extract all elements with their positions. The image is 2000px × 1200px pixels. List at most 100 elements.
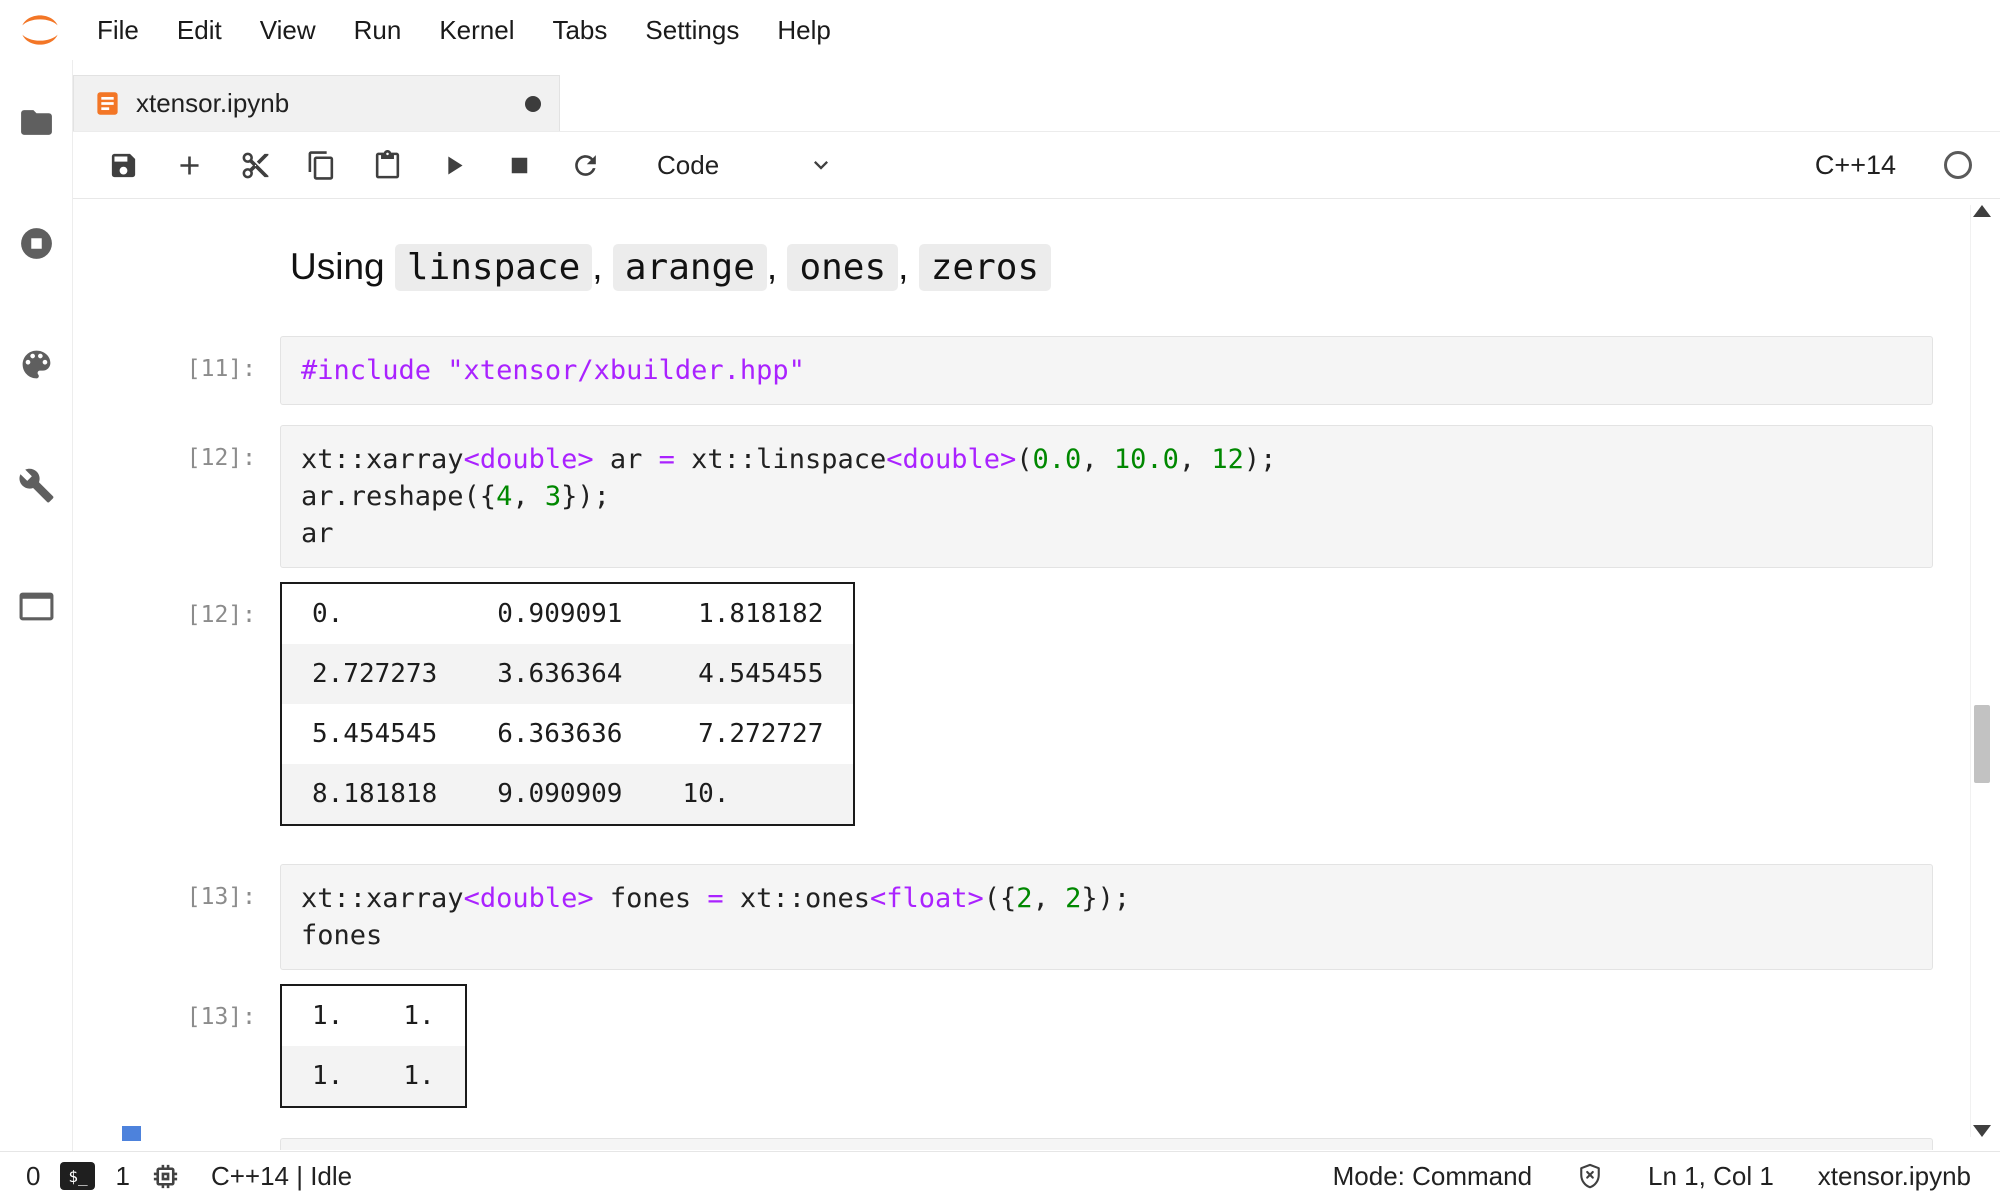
kernel-sessions-count: 0 bbox=[26, 1161, 40, 1192]
vertical-scrollbar[interactable] bbox=[1970, 205, 1992, 1137]
scrollbar-thumb[interactable] bbox=[1974, 705, 1990, 783]
tab-title: xtensor.ipynb bbox=[136, 88, 289, 119]
copy-icon bbox=[306, 150, 337, 181]
sidebar-command-palette[interactable] bbox=[14, 344, 58, 384]
interrupt-kernel-button[interactable] bbox=[491, 140, 547, 190]
code-token: xt::ones bbox=[724, 883, 870, 914]
output-value: 3.636364 bbox=[467, 644, 652, 704]
code-token: 12 bbox=[1211, 444, 1244, 475]
status-bar: 0 $_ 1 C++14 | Idle Mode: Command Ln 1, … bbox=[0, 1151, 2000, 1200]
cut-cells-button[interactable] bbox=[227, 140, 283, 190]
code-cell: [11]: #include "xtensor/xbuilder.hpp" bbox=[73, 336, 2000, 405]
menu-help[interactable]: Help bbox=[758, 15, 849, 46]
code-token: xt::xarray bbox=[301, 883, 464, 914]
clipboard-icon bbox=[372, 150, 403, 181]
output-cell: [13]:1.1.1.1. bbox=[73, 984, 2000, 1108]
sidebar-running-sessions[interactable] bbox=[14, 223, 58, 263]
code-token: }); bbox=[561, 481, 610, 512]
code-editor[interactable]: xt::xarray<double> fones = xt::ones<floa… bbox=[280, 864, 1933, 970]
play-icon bbox=[438, 150, 469, 181]
output-value: 6.363636 bbox=[467, 704, 652, 764]
tab-xtensor-ipynb[interactable]: xtensor.ipynb bbox=[73, 75, 560, 131]
notebook-mode: Mode: Command bbox=[1333, 1161, 1532, 1192]
floppy-icon bbox=[108, 150, 139, 181]
code-token: #include "xtensor/xbuilder.hpp" bbox=[301, 355, 805, 386]
sidebar-filebrowser[interactable] bbox=[14, 102, 58, 142]
output-value: 8.181818 bbox=[281, 764, 467, 825]
kernel-chip-icon bbox=[150, 1161, 181, 1192]
code-token: }); bbox=[1081, 883, 1130, 914]
output-value: 1. bbox=[373, 1046, 465, 1107]
stop-icon bbox=[504, 150, 535, 181]
next-cell-partial[interactable] bbox=[280, 1138, 1933, 1150]
kernel-status-indicator bbox=[1944, 151, 1972, 179]
menu-run[interactable]: Run bbox=[335, 15, 421, 46]
heading-text: Using bbox=[290, 246, 395, 287]
code-token: , bbox=[1033, 883, 1066, 914]
output-cell: [12]:0. 0.9090911.8181822.7272733.636364… bbox=[73, 582, 2000, 826]
status-right: Mode: Command Ln 1, Col 1 xtensor.ipynb bbox=[1333, 1161, 1971, 1192]
code-token: <float> bbox=[870, 883, 984, 914]
code-editor[interactable]: xt::xarray<double> ar = xt::linspace<dou… bbox=[280, 425, 1933, 568]
cursor-position[interactable]: Ln 1, Col 1 bbox=[1648, 1161, 1774, 1192]
panel-icon bbox=[18, 588, 55, 625]
markdown-heading: Using linspace, arange, ones, zeros bbox=[280, 239, 1933, 296]
menu-settings[interactable]: Settings bbox=[626, 15, 758, 46]
output-value: 7.272727 bbox=[652, 704, 854, 764]
menu-bar: File Edit View Run Kernel Tabs Settings … bbox=[0, 0, 2000, 60]
trust-shield-icon[interactable] bbox=[1576, 1162, 1604, 1190]
sidebar-property-inspector[interactable] bbox=[14, 465, 58, 505]
code-editor[interactable]: #include "xtensor/xbuilder.hpp" bbox=[280, 336, 1933, 405]
wrench-icon bbox=[18, 467, 55, 504]
cell-prompt: [12]: bbox=[73, 425, 256, 568]
run-button[interactable] bbox=[425, 140, 481, 190]
sessions-indicator[interactable]: 0 $_ 1 bbox=[26, 1161, 181, 1192]
output-table: 0. 0.9090911.8181822.7272733.6363644.545… bbox=[280, 582, 855, 826]
kernel-status-text[interactable]: C++14 | Idle bbox=[211, 1161, 352, 1192]
scroll-up-arrow[interactable] bbox=[1973, 205, 1991, 217]
plus-icon bbox=[174, 150, 205, 181]
menu-kernel[interactable]: Kernel bbox=[420, 15, 533, 46]
code-token: <double> bbox=[886, 444, 1016, 475]
kernel-name[interactable]: C++14 bbox=[1815, 150, 1896, 181]
scroll-position-indicator bbox=[122, 1126, 141, 1141]
cell-type-dropdown[interactable]: Code bbox=[657, 150, 835, 181]
heading-text: , bbox=[767, 246, 788, 287]
save-button[interactable] bbox=[95, 140, 151, 190]
code-token: 0.0 bbox=[1033, 444, 1082, 475]
menu-tabs[interactable]: Tabs bbox=[533, 15, 626, 46]
terminal-icon: $_ bbox=[60, 1162, 95, 1190]
output-value: 5.454545 bbox=[281, 704, 467, 764]
copy-cells-button[interactable] bbox=[293, 140, 349, 190]
inline-code: zeros bbox=[919, 244, 1051, 291]
restart-kernel-button[interactable] bbox=[557, 140, 613, 190]
jupyter-logo-icon[interactable] bbox=[18, 8, 62, 52]
code-token: ar bbox=[594, 444, 659, 475]
scroll-down-arrow[interactable] bbox=[1973, 1125, 1991, 1137]
code-line: fones bbox=[301, 917, 1912, 954]
code-token: <double> bbox=[464, 444, 594, 475]
insert-cell-button[interactable] bbox=[161, 140, 217, 190]
unsaved-changes-dot[interactable] bbox=[525, 96, 541, 112]
table-row: 8.1818189.09090910. bbox=[281, 764, 854, 825]
cell-prompt: [11]: bbox=[73, 336, 256, 405]
paste-cells-button[interactable] bbox=[359, 140, 415, 190]
table-row: 1.1. bbox=[281, 1046, 466, 1107]
menu-edit[interactable]: Edit bbox=[158, 15, 241, 46]
main-menu: File Edit View Run Kernel Tabs Settings … bbox=[78, 15, 850, 46]
code-token: = bbox=[659, 444, 675, 475]
markdown-cell[interactable]: Using linspace, arange, ones, zeros bbox=[73, 239, 2000, 296]
menu-view[interactable]: View bbox=[241, 15, 335, 46]
menu-file[interactable]: File bbox=[78, 15, 158, 46]
code-line: xt::xarray<double> fones = xt::ones<floa… bbox=[301, 880, 1912, 917]
refresh-icon bbox=[570, 150, 601, 181]
heading-text: , bbox=[592, 246, 613, 287]
output-value: 1. bbox=[281, 1046, 373, 1107]
terminal-count: 1 bbox=[115, 1161, 129, 1192]
palette-icon bbox=[18, 346, 55, 383]
output-value: 0.909091 bbox=[467, 583, 652, 644]
kernel-info: C++14 bbox=[1815, 150, 1972, 181]
code-cell: [13]:xt::xarray<double> fones = xt::ones… bbox=[73, 864, 2000, 970]
sidebar-extensions[interactable] bbox=[14, 586, 58, 626]
code-line: ar bbox=[301, 515, 1912, 552]
